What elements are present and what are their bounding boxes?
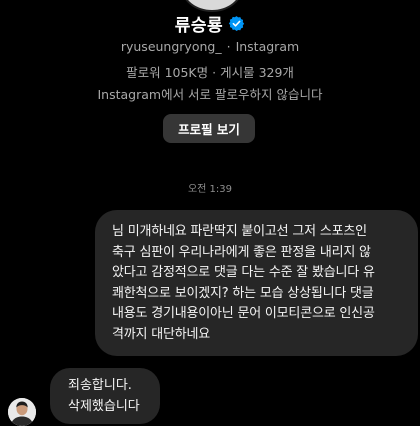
profile-name: 류승룡 — [174, 16, 224, 36]
mutual-follow-status: Instagram에서 서로 팔로우하지 않습니다 — [97, 87, 323, 102]
outgoing-message-bubble[interactable]: 님 미개하네요 파란딱지 붙이고선 그저 스포츠인 축구 심판이 우리나라에게 … — [95, 210, 418, 356]
sender-avatar-icon[interactable] — [8, 398, 36, 426]
profile-stats-line: 팔로워 105K명 · 게시물 329개 — [0, 62, 420, 81]
posts-count: 329개 — [258, 65, 294, 80]
incoming-message-bubble[interactable]: 죄송합니다. 삭제했습니다 — [50, 368, 160, 424]
verified-badge-icon — [228, 15, 245, 32]
posts-label: 게시물 — [220, 65, 255, 80]
profile-name-row: 류승룡 — [0, 11, 420, 36]
view-profile-button[interactable]: 프로필 보기 — [163, 114, 255, 143]
profile-platform: Instagram — [235, 39, 300, 54]
separator-dot: · — [226, 39, 231, 54]
profile-handle: ryuseungryong_ — [120, 39, 222, 54]
message-timestamp: 오전 1:39 — [187, 184, 233, 195]
followers-count: 105K명 — [164, 65, 209, 80]
followers-label: 팔로워 — [126, 65, 161, 80]
stats-separator: · — [208, 65, 221, 80]
profile-handle-line: ryuseungryong_ · Instagram — [0, 39, 420, 54]
